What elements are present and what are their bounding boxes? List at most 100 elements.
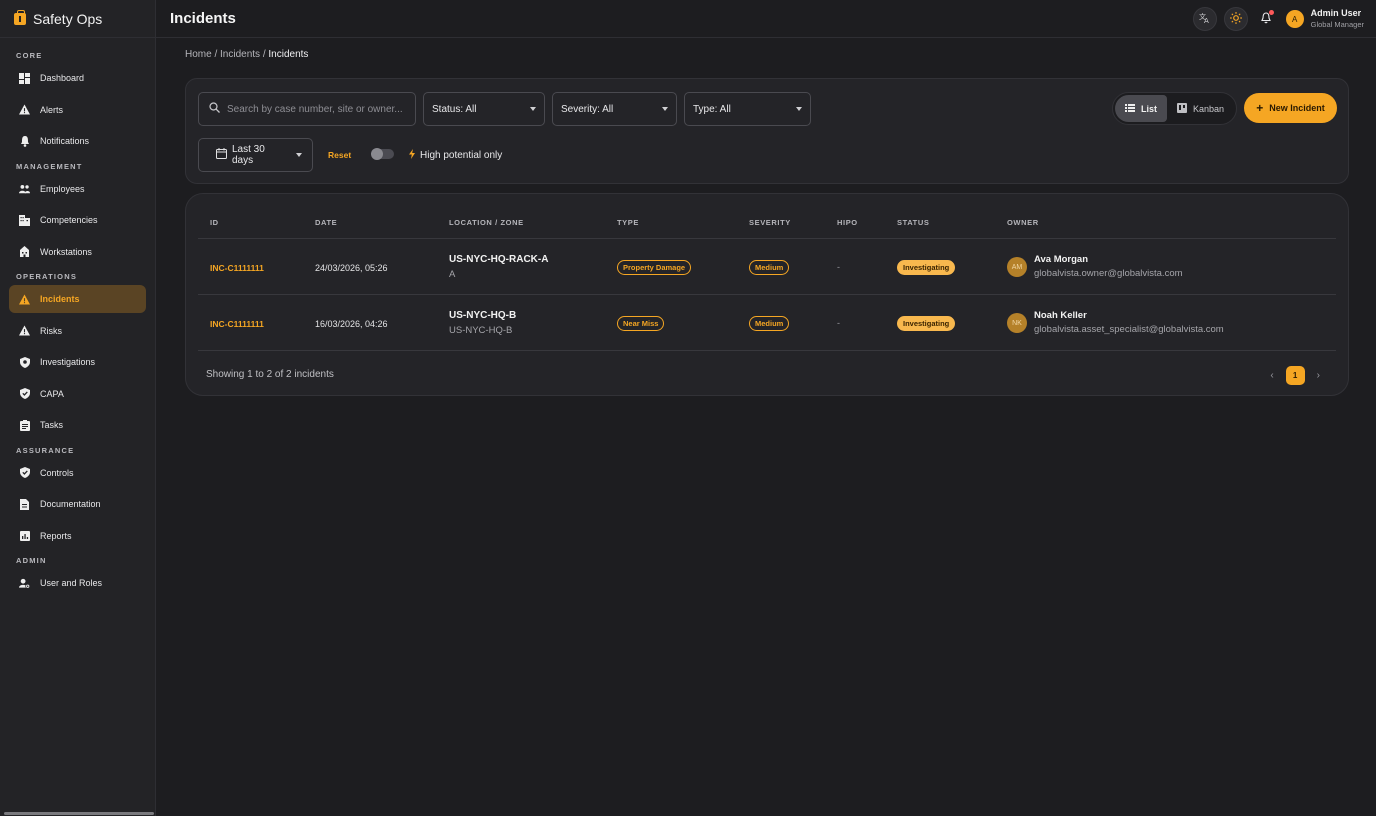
sidebar-item-user-and-roles[interactable]: User and Roles <box>9 569 146 597</box>
severity-badge: Medium <box>749 316 790 331</box>
notification-badge <box>1268 10 1274 15</box>
column-header-date[interactable]: DATE <box>315 218 337 227</box>
date-range-value: Last 30 days <box>232 144 265 166</box>
workstation-icon <box>19 246 30 257</box>
nav-section-core: CORE <box>16 51 43 60</box>
clipboard-icon <box>19 419 30 431</box>
search-placeholder: Search by case number, site or owner... <box>227 103 403 115</box>
column-header-id[interactable]: ID <box>210 218 219 227</box>
sidebar-item-reports[interactable]: Reports <box>9 522 146 550</box>
sidebar-item-controls[interactable]: Controls <box>9 459 146 487</box>
sidebar-item-competencies[interactable]: Competencies <box>9 206 146 234</box>
column-header-severity[interactable]: SEVERITY <box>749 218 791 227</box>
column-header-location[interactable]: LOCATION / ZONE <box>449 218 524 227</box>
search-input[interactable]: Search by case number, site or owner... <box>198 92 416 126</box>
type-filter[interactable]: Type: All <box>684 92 811 126</box>
nav-section-admin: ADMIN <box>16 556 47 565</box>
severity-badge: Medium <box>749 260 790 275</box>
column-header-hipo[interactable]: HIPO <box>837 218 858 227</box>
page-button-1[interactable]: 1 <box>1285 366 1305 385</box>
column-header-status[interactable]: STATUS <box>897 218 930 227</box>
translate-icon: 文A <box>1199 12 1211 26</box>
sidebar-nav: CORE Dashboard Alerts Notifications MANA… <box>0 38 155 597</box>
view-list-button[interactable]: List <box>1115 95 1168 122</box>
incident-id-link[interactable]: INC-C1111111 <box>210 319 264 329</box>
sidebar-item-capa[interactable]: CAPA <box>9 380 146 408</box>
chevron-right-icon[interactable]: › <box>1317 370 1320 381</box>
calendar-icon <box>216 148 227 162</box>
sidebar-item-incidents[interactable]: Incidents <box>9 285 146 313</box>
warning-icon <box>19 293 30 305</box>
sidebar-item-label: Alerts <box>40 104 64 115</box>
sidebar-item-label: Reports <box>40 530 72 541</box>
reset-button[interactable]: Reset <box>328 150 351 160</box>
hipo-value: - <box>837 262 840 272</box>
owner-email: globalvista.asset_specialist@globalvista… <box>1034 324 1224 335</box>
view-kanban-label: Kanban <box>1193 103 1225 114</box>
owner-avatar: AM <box>1007 257 1027 277</box>
sidebar-item-tasks[interactable]: Tasks <box>9 411 146 439</box>
incident-location: US-NYC-HQ-B <box>449 310 517 321</box>
sidebar-item-workstations[interactable]: Workstations <box>9 238 146 266</box>
hipo-label-text: High potential only <box>420 150 503 161</box>
sidebar-item-label: Competencies <box>40 215 98 225</box>
sidebar-item-risks[interactable]: Risks <box>9 317 146 345</box>
breadcrumb-incidents[interactable]: Incidents <box>220 49 260 60</box>
sidebar-item-employees[interactable]: Employees <box>9 175 146 203</box>
sidebar-item-label: Risks <box>40 325 62 336</box>
page-title: Incidents <box>170 10 236 27</box>
sidebar-item-label: CAPA <box>40 388 64 399</box>
view-list-label: List <box>1141 103 1158 114</box>
brand[interactable]: Safety Ops <box>0 0 155 38</box>
shield-search-icon <box>19 356 30 368</box>
notifications-button[interactable] <box>1255 7 1277 31</box>
new-incident-label: New Incident <box>1269 103 1325 113</box>
filter-panel: Search by case number, site or owner... … <box>185 78 1349 184</box>
incident-id-link[interactable]: INC-C1111111 <box>210 263 264 273</box>
sidebar-scrollbar[interactable] <box>4 812 154 815</box>
sidebar-item-label: Investigations <box>40 357 96 367</box>
building-icon <box>19 214 30 226</box>
avatar[interactable]: A <box>1285 10 1304 28</box>
view-kanban-button[interactable]: Kanban <box>1167 95 1234 122</box>
status-filter[interactable]: Status: All <box>423 92 545 126</box>
status-badge: Investigating <box>897 260 956 275</box>
column-header-type[interactable]: TYPE <box>617 218 639 227</box>
chevron-down-icon <box>530 107 536 111</box>
sidebar-item-label: User and Roles <box>40 578 103 588</box>
new-incident-button[interactable]: + New Incident <box>1244 93 1337 123</box>
translate-button[interactable]: 文A <box>1192 7 1217 31</box>
sidebar-item-documentation[interactable]: Documentation <box>9 490 146 518</box>
sidebar-item-dashboard[interactable]: Dashboard <box>9 64 146 92</box>
plus-icon: + <box>1256 101 1264 115</box>
incident-zone: US-NYC-HQ-B <box>449 325 513 336</box>
sidebar-item-label: Employees <box>40 183 85 194</box>
nav-section-operations: OPERATIONS <box>16 272 78 281</box>
pagination-summary: Showing 1 to 2 of 2 incidents <box>206 369 334 380</box>
nav-section-assurance: ASSURANCE <box>16 445 75 455</box>
date-range-picker[interactable]: Last 30 days <box>198 138 313 172</box>
bolt-icon <box>409 149 415 162</box>
sidebar-item-notifications[interactable]: Notifications <box>9 127 146 155</box>
document-icon <box>19 498 30 510</box>
breadcrumb-separator: / <box>214 49 218 60</box>
incident-date: 24/03/2026, 05:26 <box>315 263 388 273</box>
sun-icon <box>1229 11 1242 27</box>
severity-filter[interactable]: Severity: All <box>552 92 677 126</box>
table-row[interactable]: INC-C1111111 16/03/2026, 04:26 US-NYC-HQ… <box>198 295 1336 351</box>
table-row[interactable]: INC-C1111111 24/03/2026, 05:26 US-NYC-HQ… <box>198 239 1336 295</box>
sidebar-item-investigations[interactable]: Investigations <box>9 348 146 376</box>
user-menu[interactable]: Admin User Global Manager <box>1311 8 1364 30</box>
column-header-owner[interactable]: OWNER <box>1007 218 1039 227</box>
breadcrumb: Home / Incidents / Incidents <box>185 49 308 60</box>
dashboard-icon <box>19 72 30 84</box>
incident-zone: A <box>449 269 456 280</box>
sidebar-item-alerts[interactable]: Alerts <box>9 96 146 124</box>
type-badge: Near Miss <box>617 316 665 331</box>
sidebar-item-label: Incidents <box>40 294 80 304</box>
theme-toggle-button[interactable] <box>1223 7 1248 31</box>
chevron-left-icon[interactable]: ‹ <box>1270 370 1273 381</box>
hipo-toggle[interactable] <box>371 148 394 160</box>
status-badge: Investigating <box>897 316 956 331</box>
breadcrumb-home[interactable]: Home <box>185 49 212 60</box>
